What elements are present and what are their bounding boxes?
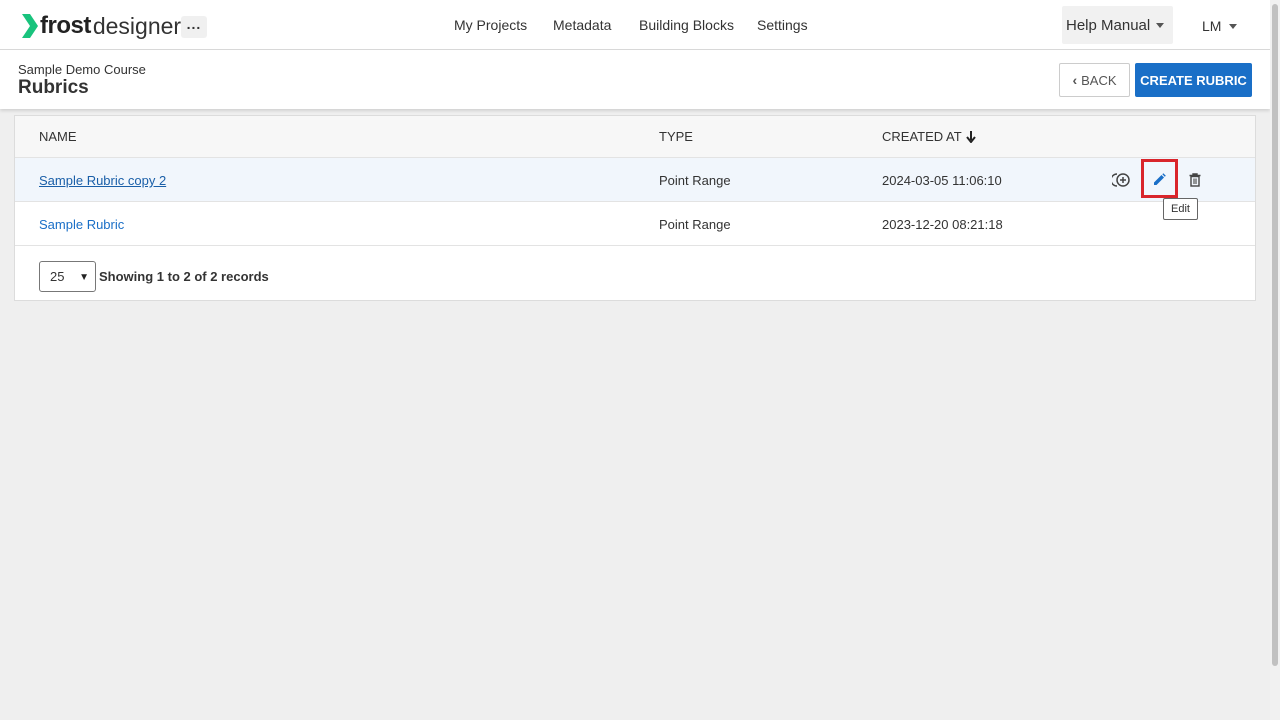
nav-my-projects[interactable]: My Projects — [454, 17, 527, 33]
edit-tooltip: Edit — [1163, 198, 1198, 220]
page-size-value: 25 — [50, 269, 65, 284]
column-header-type[interactable]: TYPE — [659, 129, 693, 144]
nav-building-blocks[interactable]: Building Blocks — [639, 17, 734, 33]
user-initials: LM — [1202, 18, 1222, 34]
arrow-down-icon — [965, 130, 976, 143]
rubric-name-link[interactable]: Sample Rubric copy 2 — [39, 173, 166, 188]
caret-down-icon — [1229, 23, 1238, 29]
help-manual-label: Help Manual — [1066, 16, 1151, 34]
scrollbar-thumb[interactable] — [1272, 4, 1278, 666]
rubrics-table-panel: NAME TYPE CREATED AT Sample Rubric copy … — [14, 115, 1256, 301]
edit-button-highlight — [1141, 159, 1178, 198]
logo-text-bold: frost — [40, 12, 91, 39]
logo-text-light: designer — [92, 12, 182, 39]
trash-icon — [1189, 173, 1201, 187]
copy-rubric-button[interactable] — [1108, 166, 1136, 194]
more-options-button[interactable]: ... — [181, 16, 207, 38]
column-header-name[interactable]: NAME — [39, 129, 77, 144]
table-footer: 25 ▼ Showing 1 to 2 of 2 records — [15, 247, 1255, 301]
help-manual-dropdown[interactable]: Help Manual — [1062, 6, 1173, 44]
table-row[interactable]: Sample Rubric copy 2 Point Range 2024-03… — [15, 158, 1255, 202]
create-rubric-button[interactable]: CREATE RUBRIC — [1135, 63, 1252, 97]
rubric-type: Point Range — [659, 217, 731, 232]
page-size-select[interactable]: 25 ▼ — [39, 261, 96, 292]
records-count: Showing 1 to 2 of 2 records — [99, 269, 269, 284]
table-row[interactable]: Sample Rubric Point Range 2023-12-20 08:… — [15, 202, 1255, 246]
duplicate-add-icon — [1112, 173, 1130, 187]
user-menu-dropdown[interactable]: LM — [1202, 18, 1238, 34]
rubric-created-at: 2024-03-05 11:06:10 — [882, 173, 1002, 188]
page-scrollbar[interactable] — [1270, 0, 1280, 720]
delete-rubric-button[interactable] — [1181, 166, 1209, 194]
page-header: Sample Demo Course Rubrics ‹ BACK CREATE… — [0, 50, 1270, 109]
chevron-down-icon: ▼ — [79, 272, 89, 283]
top-navbar: frost designer ... My Projects Metadata … — [0, 0, 1270, 50]
frost-designer-logo[interactable]: frost designer — [20, 12, 181, 40]
column-header-created-at[interactable]: CREATED AT — [882, 129, 976, 144]
table-header: NAME TYPE CREATED AT — [15, 116, 1255, 158]
nav-metadata[interactable]: Metadata — [553, 17, 611, 33]
rubric-name-link[interactable]: Sample Rubric — [39, 217, 124, 232]
back-button[interactable]: ‹ BACK — [1059, 63, 1130, 97]
rubric-created-at: 2023-12-20 08:21:18 — [882, 217, 1003, 232]
chevron-left-icon: ‹ — [1072, 72, 1078, 88]
column-header-created-at-label: CREATED AT — [882, 129, 962, 144]
nav-settings[interactable]: Settings — [757, 17, 808, 33]
page-title: Rubrics — [18, 77, 89, 98]
back-button-label: BACK — [1081, 72, 1117, 88]
rubric-type: Point Range — [659, 173, 731, 188]
caret-down-icon — [1156, 22, 1165, 28]
chevron-logo-icon — [22, 14, 38, 38]
breadcrumb-course: Sample Demo Course — [18, 62, 146, 77]
